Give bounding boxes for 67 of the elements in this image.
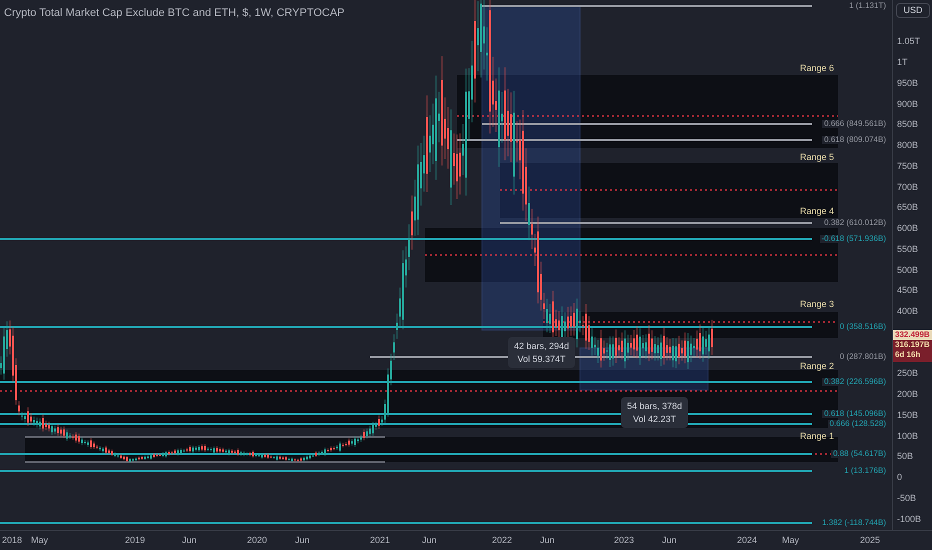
range-label: Range 5: [800, 152, 834, 162]
price-axis-label: 0: [897, 472, 902, 482]
time-axis-label: Jun: [422, 535, 437, 545]
fib-level-label: 0.382 (610.012B): [822, 219, 888, 227]
price-axis-label: -100B: [897, 514, 922, 524]
price-axis[interactable]: USD 1.05T 1T 950B 900B 850B 800B 750B 700B 650B 600B 550B 500B 450B 400B 332.499B 316.197B 6d 16h 250B 200B 150B 100B 50B 0 -50B -100B: [892, 0, 932, 530]
fib-level-label: 0.382 (226.596B): [822, 378, 888, 386]
price-axis-label: 250B: [897, 368, 918, 378]
time-axis-label: 2021: [370, 535, 390, 545]
time-axis-label: Jun: [182, 535, 197, 545]
measure-bars-text: 42 bars, 294d: [514, 341, 570, 351]
time-axis[interactable]: 2018 May 2019 Jun 2020 Jun 2021 Jun 2022 Jun 2023 Jun 2024 May 2025: [0, 530, 932, 550]
fib-level-label: 1 (1.131T): [847, 2, 888, 10]
price-axis-label: 850B: [897, 119, 918, 130]
fib-level-label: 0.88 (54.617B): [831, 450, 888, 458]
fib-level-label: 0.666 (128.528): [828, 420, 888, 428]
price-axis-label: 150B: [897, 410, 918, 420]
time-axis-label: 2023: [614, 535, 634, 545]
range-label: Range 1: [800, 431, 834, 441]
price-axis-label: 450B: [897, 285, 918, 296]
price-axis-label: 500B: [897, 264, 918, 274]
fib-level-label: 0.618 (145.096B): [822, 410, 888, 418]
price-axis-label: 50B: [897, 451, 914, 462]
fib-level-label: 0.666 (849.561B): [822, 120, 888, 128]
measure-bars-text: 54 bars, 378d: [627, 401, 682, 411]
measure-volume-text: Vol 59.374T: [518, 354, 566, 364]
price-axis-label: 650B: [897, 202, 918, 212]
price-axis-label: 750B: [897, 160, 918, 171]
chart-title: Crypto Total Market Cap Exclude BTC and ETH, $, 1W, CRYPTOCAP: [4, 6, 345, 21]
range-label: Range 6: [800, 63, 834, 73]
last-price-text: 332.499B: [893, 330, 932, 340]
time-axis-label: Jun: [662, 535, 677, 545]
countdown-text: 6d 16h: [894, 350, 922, 360]
fib-level-label: 1 (13.176B): [842, 467, 888, 475]
price-axis-label: 700B: [897, 182, 918, 192]
price-axis-label: 900B: [897, 98, 918, 108]
time-axis-label: May: [782, 535, 800, 545]
fib-level-label: 0 (358.516B): [838, 323, 888, 331]
time-axis-label: 2025: [860, 535, 880, 545]
price-axis-label: 400B: [897, 306, 918, 316]
price-axis-label: 800B: [897, 140, 918, 150]
fib-level-label: 0.618 (809.074B): [822, 136, 888, 144]
price-axis-label: 600B: [897, 223, 918, 233]
time-axis-label: 2024: [737, 535, 758, 545]
range-label: Range 4: [800, 206, 834, 216]
fib-level-label: 0 (287.801B): [838, 353, 888, 361]
price-axis-label: 1.05T: [897, 36, 920, 46]
fib-level-label: -0.618 (571.936B): [820, 235, 888, 243]
close-price-text: 316.197B: [894, 340, 931, 350]
currency-button[interactable]: USD: [896, 3, 930, 18]
fib-level-label: 1.382 (-118.744B): [820, 519, 888, 527]
price-axis-label: 100B: [897, 430, 918, 440]
range-label: Range 2: [800, 361, 834, 371]
price-axis-label: 550B: [897, 244, 918, 254]
range-label: Range 3: [800, 299, 834, 309]
time-axis-label: 2019: [125, 535, 146, 545]
measure-volume-text: Vol 42.23T: [633, 414, 676, 424]
time-axis-label: May: [31, 535, 48, 545]
time-axis-label: 2020: [247, 535, 268, 545]
price-axis-label: 200B: [897, 389, 918, 399]
time-axis-label: Jun: [540, 535, 555, 545]
time-axis-label: 2022: [492, 535, 512, 545]
time-axis-label: 2018: [2, 535, 22, 545]
time-axis-label: Jun: [295, 535, 310, 545]
price-axis-label: 950B: [897, 78, 918, 88]
price-axis-label: 1T: [897, 57, 908, 67]
price-axis-label: -50B: [897, 492, 916, 503]
